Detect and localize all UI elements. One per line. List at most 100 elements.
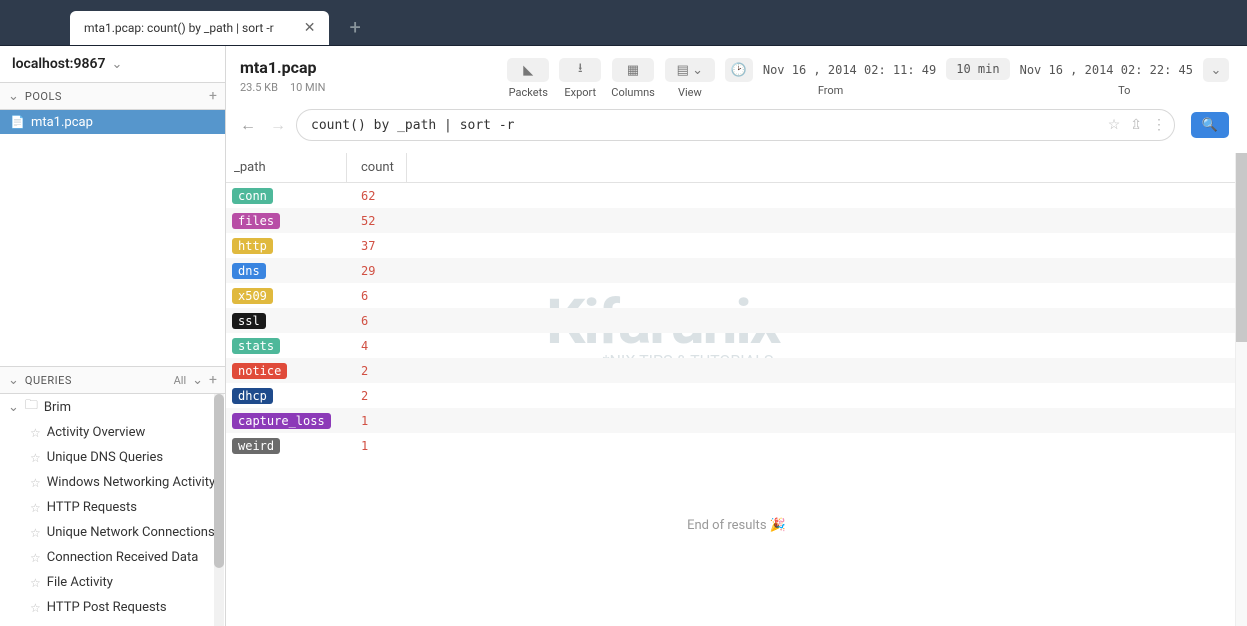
file-icon: 📄 [10,115,25,129]
results-table: _path count conn62files52http37dns29x509… [226,153,1247,626]
star-icon[interactable]: ☆ [1108,117,1121,133]
path-badge: dns [232,263,266,279]
count-value: 6 [347,314,368,328]
table-row[interactable]: weird1 [226,433,1247,458]
star-icon[interactable]: ☆ [30,476,41,490]
to-time: Nov 16 , 2014 02: 22: 45 ⌄ To [1020,58,1229,97]
query-item[interactable]: ☆Connection Received Data [0,545,225,570]
query-label: Unique DNS Queries [47,450,163,465]
star-icon[interactable]: ☆ [30,601,41,615]
count-value: 62 [347,189,375,203]
queries-all-toggle[interactable]: All [174,374,187,387]
clock-icon[interactable]: 🕑 [725,58,753,82]
chevron-down-icon[interactable]: ⌄ [8,373,19,388]
queries-label: QUERIES [25,374,174,387]
query-label: HTTP Requests [47,500,137,515]
table-row[interactable]: dns29 [226,258,1247,283]
host-address[interactable]: localhost:9867 ⌄ [0,46,225,82]
query-item[interactable]: ☆ Unique DNS Queries [0,445,225,470]
queries-header: ⌄ QUERIES All ⌄ + [0,366,225,394]
columns-icon: ▦ [612,58,654,82]
export-button[interactable]: ⭳ Export [559,58,601,99]
path-badge: http [232,238,273,254]
path-badge: x509 [232,288,273,304]
from-time-value[interactable]: Nov 16 , 2014 02: 11: 49 [763,63,936,77]
count-value: 1 [347,439,368,453]
queries-list: ⌄ 🗀 Brim ☆ Activity Overview ☆ Unique DNS Q… [0,394,225,626]
close-icon[interactable]: ✕ [304,20,316,36]
add-query-button[interactable]: + [209,372,217,388]
table-row[interactable]: conn 62 [226,183,1247,208]
table-row[interactable]: x509 6 [226,283,1247,308]
folder-label: Brim [44,400,71,415]
chevron-down-icon[interactable]: ⌄ [8,89,19,104]
shark-icon: ◣ [507,58,549,82]
end-of-results: End of results 🎉 [226,458,1247,593]
time-span[interactable]: 10 min [946,58,1009,80]
search-button[interactable]: 🔍 [1191,112,1229,138]
packets-button[interactable]: ◣ Packets [507,58,549,99]
query-input[interactable] [311,118,1108,133]
from-time: 🕑 Nov 16 , 2014 02: 11: 49 From [725,58,936,97]
back-button[interactable]: ← [240,115,256,135]
column-path[interactable]: _path [232,153,347,182]
pin-icon[interactable]: ⇫ [1130,117,1142,133]
more-icon[interactable]: ⋮ [1152,117,1166,133]
table-row[interactable]: files 52 [226,208,1247,233]
query-item[interactable]: ☆HTTP Post Requests [0,595,225,620]
pools-label: POOLS [25,90,209,103]
pool-item[interactable]: 📄 mta1.pcap [0,110,225,134]
nav-arrows: ← → [240,115,286,135]
column-count[interactable]: count [347,153,407,182]
sidebar-scrollbar[interactable] [214,394,224,626]
count-value: 2 [347,364,368,378]
query-item[interactable]: ☆Show IP Subnets [0,620,225,626]
query-item[interactable]: ☆ HTTP Requests [0,495,225,520]
path-badge: dhcp [232,388,273,404]
tab-bar: mta1.pcap: count() by _path | sort -r ✕ … [0,0,1247,46]
query-item[interactable]: ☆ Unique Network Connections [0,520,225,545]
to-time-value[interactable]: Nov 16 , 2014 02: 22: 45 [1020,63,1193,77]
file-title: mta1.pcap [240,58,325,77]
forward-button[interactable]: → [270,115,286,135]
table-row[interactable]: capture_loss1 [226,408,1247,433]
path-badge: conn [232,188,273,204]
table-row[interactable]: notice 2 [226,358,1247,383]
table-row[interactable]: stats4 [226,333,1247,358]
path-badge: stats [232,338,280,354]
view-button[interactable]: ▤ ⌄ View [665,58,715,99]
count-value: 6 [347,289,368,303]
query-label: Windows Networking Activity [47,475,215,490]
star-icon[interactable]: ☆ [30,551,41,565]
path-badge: ssl [232,313,266,329]
query-label: Activity Overview [47,425,145,440]
table-header: _path count [226,153,1247,183]
query-item[interactable]: ☆ Windows Networking Activity [0,470,225,495]
query-label: Unique Network Connections [47,525,215,540]
star-icon[interactable]: ☆ [30,426,41,440]
query-item[interactable]: ☆File Activity [0,570,225,595]
table-row[interactable]: http37 [226,233,1247,258]
star-icon[interactable]: ☆ [30,501,41,515]
chevron-down-icon[interactable]: ⌄ [192,373,203,388]
star-icon[interactable]: ☆ [30,526,41,540]
results-scrollbar[interactable] [1235,153,1247,626]
chevron-down-icon: ⌄ [111,57,122,72]
chevron-down-icon[interactable]: ⌄ [1203,58,1229,82]
star-icon[interactable]: ☆ [30,576,41,590]
pool-name: mta1.pcap [31,115,93,130]
star-icon[interactable]: ☆ [30,451,41,465]
table-row[interactable]: ssl 6 [226,308,1247,333]
columns-button[interactable]: ▦ Columns [611,58,655,99]
new-tab-button[interactable]: + [349,15,360,39]
path-badge: files [232,213,280,229]
query-input-wrap: ☆ ⇫ ⋮ [296,109,1175,141]
query-folder[interactable]: ⌄ 🗀 Brim [0,394,225,420]
count-value: 52 [347,214,375,228]
path-badge: notice [232,363,287,379]
query-item[interactable]: ☆ Activity Overview [0,420,225,445]
active-tab[interactable]: mta1.pcap: count() by _path | sort -r ✕ [70,11,329,45]
table-row[interactable]: dhcp2 [226,383,1247,408]
add-pool-button[interactable]: + [209,88,217,104]
chevron-down-icon: ⌄ [8,400,19,415]
